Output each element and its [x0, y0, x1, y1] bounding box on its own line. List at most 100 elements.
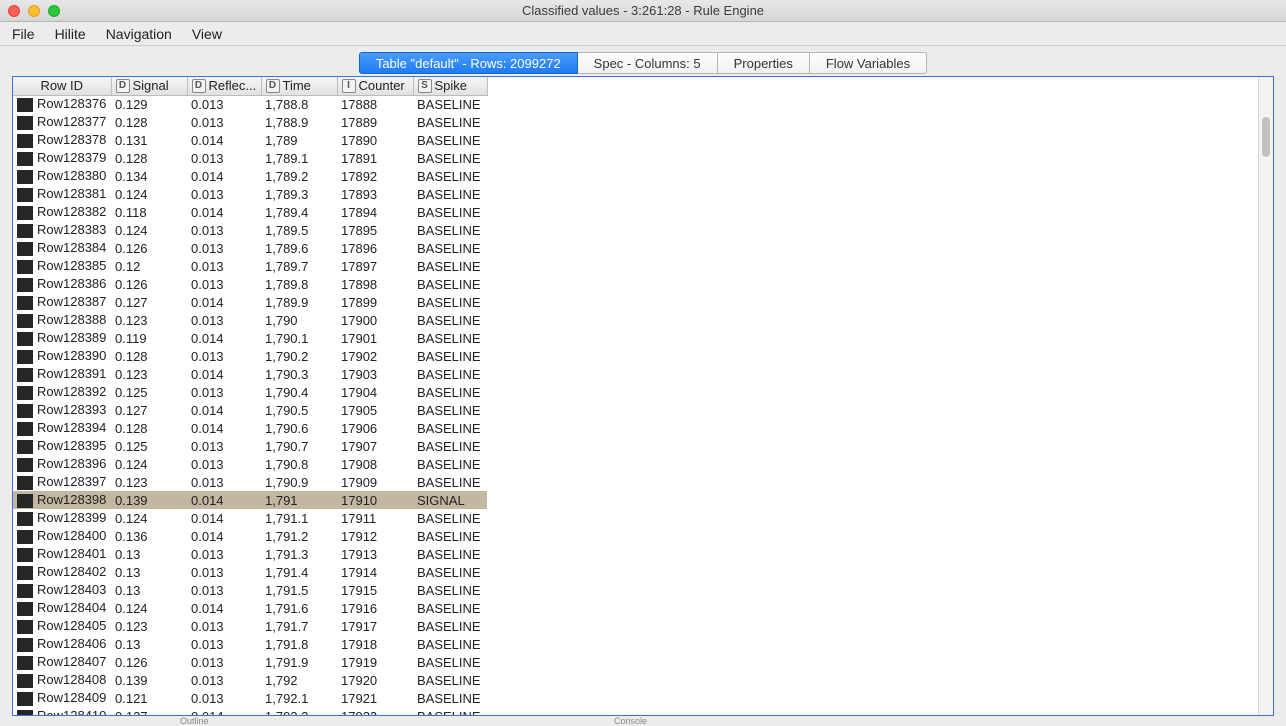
- cell-rowid: Row128402: [13, 563, 111, 581]
- menu-navigation[interactable]: Navigation: [106, 26, 172, 42]
- table-row[interactable]: Row1283920.1250.0131,790.417904BASELINE: [13, 383, 487, 401]
- table-row[interactable]: Row1283820.1180.0141,789.417894BASELINE: [13, 203, 487, 221]
- table-row[interactable]: Row1283880.1230.0131,79017900BASELINE: [13, 311, 487, 329]
- column-header-rowid[interactable]: Row ID: [13, 77, 111, 95]
- cell-counter: 17908: [337, 455, 413, 473]
- menu-hilite[interactable]: Hilite: [55, 26, 86, 42]
- cell-spike: BASELINE: [413, 275, 487, 293]
- table-row[interactable]: Row1283830.1240.0131,789.517895BASELINE: [13, 221, 487, 239]
- table-row[interactable]: Row1283770.1280.0131,788.917889BASELINE: [13, 113, 487, 131]
- table-row[interactable]: Row1284090.1210.0131,792.117921BASELINE: [13, 689, 487, 707]
- cell-time: 1,790.4: [261, 383, 337, 401]
- table-row[interactable]: Row1283760.1290.0131,788.817888BASELINE: [13, 95, 487, 113]
- cell-counter: 17911: [337, 509, 413, 527]
- minimize-icon[interactable]: [28, 5, 40, 17]
- cell-rowid: Row128398: [13, 491, 111, 509]
- table-row[interactable]: Row1284000.1360.0141,791.217912BASELINE: [13, 527, 487, 545]
- cell-rowid: Row128380: [13, 167, 111, 185]
- row-color-swatch: [17, 260, 33, 274]
- column-header-counter[interactable]: ICounter: [337, 77, 413, 95]
- table-row[interactable]: Row1283960.1240.0131,790.817908BASELINE: [13, 455, 487, 473]
- cell-time: 1,791: [261, 491, 337, 509]
- column-header-spike[interactable]: SSpike: [413, 77, 487, 95]
- column-header-reflec[interactable]: DReflec...: [187, 77, 261, 95]
- cell-spike: BASELINE: [413, 617, 487, 635]
- table-row[interactable]: Row1283990.1240.0141,791.117911BASELINE: [13, 509, 487, 527]
- cell-reflec: 0.013: [187, 563, 261, 581]
- zoom-icon[interactable]: [48, 5, 60, 17]
- table-row[interactable]: Row1283900.1280.0131,790.217902BASELINE: [13, 347, 487, 365]
- column-label: Reflec...: [209, 78, 257, 93]
- cell-reflec: 0.013: [187, 455, 261, 473]
- table-row[interactable]: Row1283940.1280.0141,790.617906BASELINE: [13, 419, 487, 437]
- cell-counter: 17898: [337, 275, 413, 293]
- menu-view[interactable]: View: [192, 26, 222, 42]
- row-color-swatch: [17, 404, 33, 418]
- table-row[interactable]: Row1284060.130.0131,791.817918BASELINE: [13, 635, 487, 653]
- cell-reflec: 0.014: [187, 491, 261, 509]
- table-row[interactable]: Row1284070.1260.0131,791.917919BASELINE: [13, 653, 487, 671]
- table-row[interactable]: Row1284020.130.0131,791.417914BASELINE: [13, 563, 487, 581]
- cell-rowid: Row128395: [13, 437, 111, 455]
- table-row[interactable]: Row1283850.120.0131,789.717897BASELINE: [13, 257, 487, 275]
- tab-2[interactable]: Properties: [717, 52, 810, 74]
- table-row[interactable]: Row1283860.1260.0131,789.817898BASELINE: [13, 275, 487, 293]
- menu-file[interactable]: File: [12, 26, 35, 42]
- cell-signal: 0.131: [111, 131, 187, 149]
- table-row[interactable]: Row1284030.130.0131,791.517915BASELINE: [13, 581, 487, 599]
- cell-spike: BASELINE: [413, 671, 487, 689]
- table-row[interactable]: Row1284080.1390.0131,79217920BASELINE: [13, 671, 487, 689]
- cell-reflec: 0.013: [187, 671, 261, 689]
- cell-rowid: Row128410: [13, 707, 111, 715]
- cell-time: 1,790.1: [261, 329, 337, 347]
- cell-rowid: Row128396: [13, 455, 111, 473]
- table-row[interactable]: Row1283930.1270.0141,790.517905BASELINE: [13, 401, 487, 419]
- cell-rowid: Row128379: [13, 149, 111, 167]
- cell-reflec: 0.013: [187, 473, 261, 491]
- vertical-scrollbar[interactable]: [1258, 77, 1273, 715]
- table-row[interactable]: Row1283840.1260.0131,789.617896BASELINE: [13, 239, 487, 257]
- data-table[interactable]: Row IDDSignalDReflec...DTimeICounterSSpi…: [13, 77, 488, 715]
- cell-time: 1,791.5: [261, 581, 337, 599]
- table-row[interactable]: Row1283970.1230.0131,790.917909BASELINE: [13, 473, 487, 491]
- close-icon[interactable]: [8, 5, 20, 17]
- row-color-swatch: [17, 566, 33, 580]
- cell-signal: 0.127: [111, 707, 187, 715]
- table-row[interactable]: Row1283800.1340.0141,789.217892BASELINE: [13, 167, 487, 185]
- tab-0[interactable]: Table "default" - Rows: 2099272: [359, 52, 578, 74]
- cell-reflec: 0.013: [187, 185, 261, 203]
- table-row[interactable]: Row1283810.1240.0131,789.317893BASELINE: [13, 185, 487, 203]
- traffic-lights: [8, 5, 60, 17]
- table-row[interactable]: Row1284050.1230.0131,791.717917BASELINE: [13, 617, 487, 635]
- scrollbar-thumb[interactable]: [1262, 117, 1270, 157]
- cell-signal: 0.139: [111, 491, 187, 509]
- cell-rowid: Row128397: [13, 473, 111, 491]
- table-row[interactable]: Row1284100.1270.0141,792.217922BASELINE: [13, 707, 487, 715]
- tab-1[interactable]: Spec - Columns: 5: [577, 52, 718, 74]
- tab-3[interactable]: Flow Variables: [809, 52, 927, 74]
- table-row[interactable]: Row1283870.1270.0141,789.917899BASELINE: [13, 293, 487, 311]
- row-color-swatch: [17, 206, 33, 220]
- cell-signal: 0.12: [111, 257, 187, 275]
- table-frame: Row IDDSignalDReflec...DTimeICounterSSpi…: [12, 76, 1274, 716]
- table-row[interactable]: Row1283910.1230.0141,790.317903BASELINE: [13, 365, 487, 383]
- row-color-swatch: [17, 656, 33, 670]
- cell-spike: BASELINE: [413, 293, 487, 311]
- table-row[interactable]: Row1283780.1310.0141,78917890BASELINE: [13, 131, 487, 149]
- row-color-swatch: [17, 440, 33, 454]
- cell-rowid: Row128393: [13, 401, 111, 419]
- table-row[interactable]: Row1284010.130.0131,791.317913BASELINE: [13, 545, 487, 563]
- table-row[interactable]: Row1283790.1280.0131,789.117891BASELINE: [13, 149, 487, 167]
- cell-spike: BASELINE: [413, 707, 487, 715]
- cell-signal: 0.123: [111, 473, 187, 491]
- table-row[interactable]: Row1283890.1190.0141,790.117901BASELINE: [13, 329, 487, 347]
- table-row[interactable]: Row1284040.1240.0141,791.617916BASELINE: [13, 599, 487, 617]
- table-row[interactable]: Row1283950.1250.0131,790.717907BASELINE: [13, 437, 487, 455]
- cell-spike: BASELINE: [413, 473, 487, 491]
- column-header-time[interactable]: DTime: [261, 77, 337, 95]
- cell-reflec: 0.014: [187, 509, 261, 527]
- table-row[interactable]: Row1283980.1390.0141,79117910SIGNAL: [13, 491, 487, 509]
- cell-spike: BASELINE: [413, 689, 487, 707]
- column-header-signal[interactable]: DSignal: [111, 77, 187, 95]
- cell-rowid: Row128394: [13, 419, 111, 437]
